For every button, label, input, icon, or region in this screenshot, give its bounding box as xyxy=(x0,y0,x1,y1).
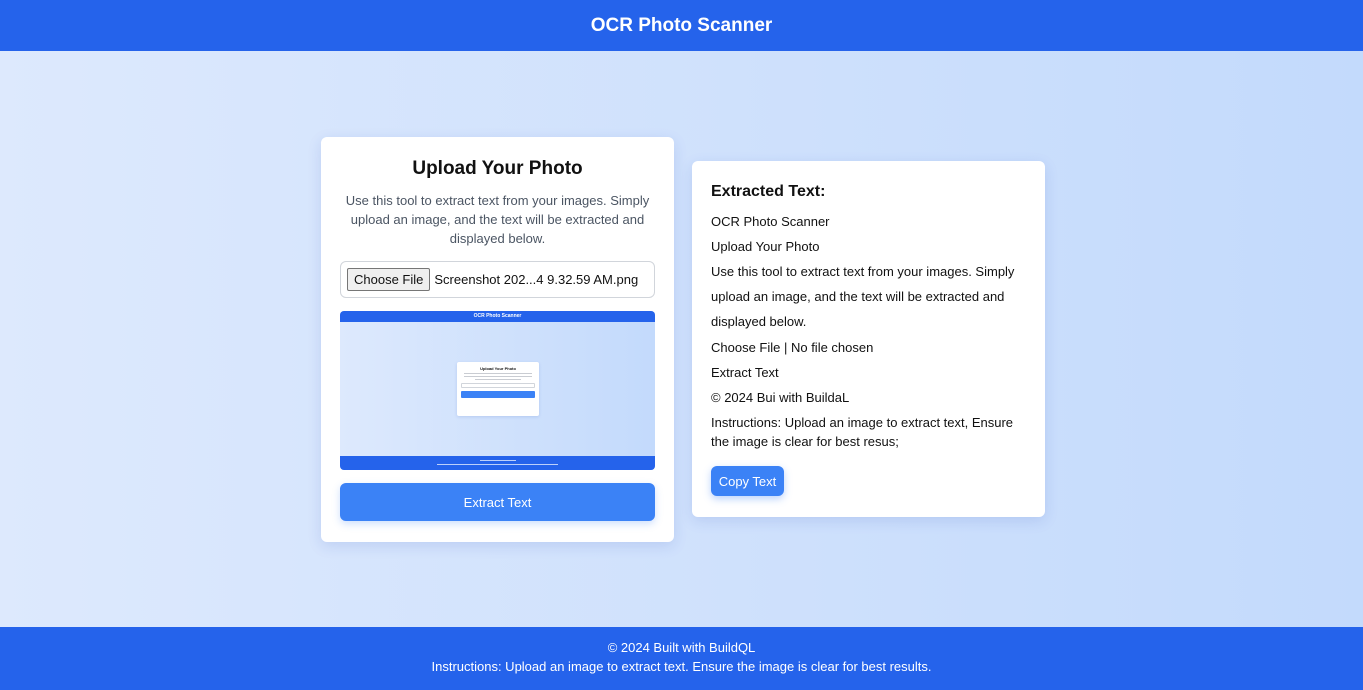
app-title: OCR Photo Scanner xyxy=(590,14,773,36)
app-footer: © 2024 Built with BuildQL Instructions: … xyxy=(0,627,1363,690)
preview-card-title: Upload Your Photo xyxy=(480,366,516,371)
preview-text-line xyxy=(464,376,532,377)
extract-text-button[interactable]: Extract Text xyxy=(340,483,655,521)
selected-file-name: Screenshot 202...4 9.32.59 AM.png xyxy=(434,272,639,287)
extracted-text-title: Extracted Text: xyxy=(711,183,826,200)
preview-footer-line xyxy=(480,460,516,461)
footer-instructions: Instructions: Upload an image to extract… xyxy=(431,659,932,674)
image-preview: OCR Photo Scanner Upload Your Photo xyxy=(340,311,655,470)
preview-header: OCR Photo Scanner xyxy=(340,311,655,322)
extracted-line: © 2024 Bui with BuildaL xyxy=(711,390,850,405)
footer-copyright: © 2024 Built with BuildQL xyxy=(607,640,756,655)
extracted-text-card: Extracted Text: OCR Photo Scanner Upload… xyxy=(692,161,1045,517)
preview-text-line xyxy=(475,379,521,380)
choose-file-button[interactable]: Choose File xyxy=(347,268,431,291)
extracted-line: OCR Photo Scanner xyxy=(711,214,830,229)
upload-card: Upload Your Photo Use this tool to extra… xyxy=(321,137,674,542)
extracted-line: Choose File | No file chosen xyxy=(711,340,874,355)
file-input[interactable]: Choose File Screenshot 202...4 9.32.59 A… xyxy=(340,261,655,298)
extracted-line: Extract Text xyxy=(711,365,779,380)
extracted-line: Upload Your Photo xyxy=(711,239,820,254)
upload-description: Use this tool to extract text from your … xyxy=(345,193,650,246)
extracted-text-body: OCR Photo Scanner Upload Your Photo Use … xyxy=(711,209,1026,451)
extracted-line: Instructions: Upload an image to extract… xyxy=(711,415,1014,449)
preview-footer xyxy=(340,456,655,470)
extracted-line: Use this tool to extract text from your … xyxy=(711,264,1015,329)
upload-title: Upload Your Photo xyxy=(412,158,583,179)
preview-file-input xyxy=(461,383,535,388)
preview-footer-line xyxy=(437,464,558,465)
preview-extract-button xyxy=(461,391,535,398)
app-header: OCR Photo Scanner xyxy=(0,0,1363,51)
preview-upload-card: Upload Your Photo xyxy=(457,362,539,416)
copy-text-button[interactable]: Copy Text xyxy=(711,466,784,496)
preview-text-line xyxy=(464,373,532,374)
